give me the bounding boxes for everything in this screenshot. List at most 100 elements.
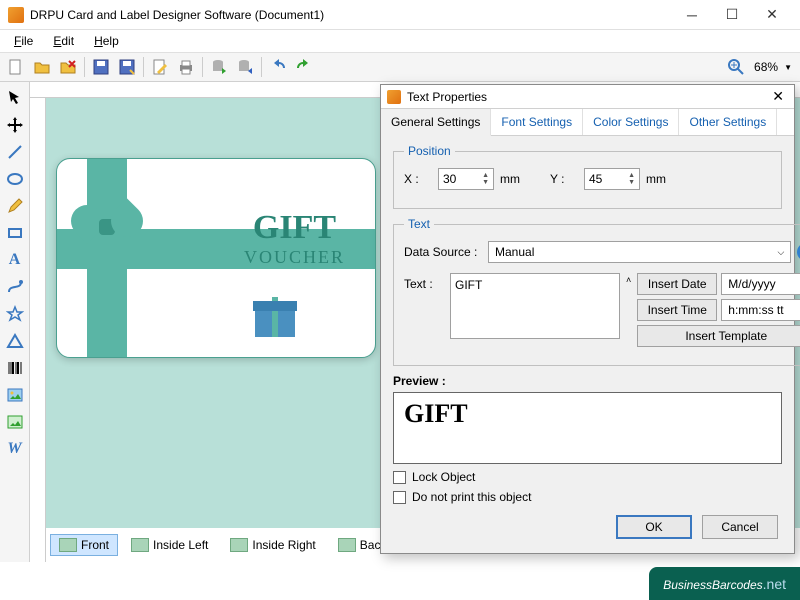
ribbon-bow — [71, 199, 143, 259]
save-as-button[interactable] — [115, 55, 139, 79]
tab-general-settings[interactable]: General Settings — [381, 109, 491, 136]
preview-text: GIFT — [404, 399, 771, 429]
page-icon — [230, 538, 248, 552]
gift-text: GIFT — [244, 209, 345, 247]
card-text-block[interactable]: GIFT VOUCHER — [244, 209, 345, 268]
insert-date-button[interactable]: Insert Date — [637, 273, 717, 295]
lock-object-label: Lock Object — [412, 470, 475, 484]
database-import-button[interactable] — [233, 55, 257, 79]
pencil-tool[interactable] — [3, 194, 27, 218]
lock-object-checkbox[interactable] — [393, 471, 406, 484]
cancel-button[interactable]: Cancel — [702, 515, 778, 539]
x-unit: mm — [500, 172, 520, 186]
page-tabs: Front Inside Left Inside Right Back — [46, 528, 399, 562]
date-format-select[interactable]: M/d/yyyy⌵ — [721, 273, 800, 295]
insert-time-button[interactable]: Insert Time — [637, 299, 717, 321]
dialog-title: Text Properties — [407, 90, 487, 104]
redo-button[interactable] — [292, 55, 316, 79]
y-label: Y : — [550, 172, 578, 186]
undo-button[interactable] — [266, 55, 290, 79]
vertical-ruler — [30, 98, 46, 562]
ellipse-tool[interactable] — [3, 167, 27, 191]
time-format-select[interactable]: h:mm:ss tt⌵ — [721, 299, 800, 321]
text-properties-dialog: Text Properties ✕ General Settings Font … — [380, 84, 795, 554]
position-legend: Position — [404, 144, 455, 158]
rectangle-tool[interactable] — [3, 221, 27, 245]
tab-color-settings[interactable]: Color Settings — [583, 109, 679, 135]
close-button[interactable]: ✕ — [752, 1, 792, 29]
dialog-titlebar[interactable]: Text Properties ✕ — [381, 85, 794, 109]
spinner-icon[interactable]: ▲▼ — [482, 172, 489, 186]
preview-label: Preview : — [393, 374, 782, 388]
menu-edit[interactable]: Edit — [45, 32, 82, 50]
database-export-button[interactable] — [207, 55, 231, 79]
data-source-label: Data Source : — [404, 245, 482, 259]
barcode-tool[interactable] — [3, 356, 27, 380]
page-tab-front[interactable]: Front — [50, 534, 118, 556]
minimize-button[interactable]: ─ — [672, 1, 712, 29]
text-tool[interactable]: A — [3, 248, 27, 272]
text-input[interactable]: GIFT — [450, 273, 620, 339]
page-icon — [59, 538, 77, 552]
spinner-icon[interactable]: ▲▼ — [628, 172, 635, 186]
voucher-text: VOUCHER — [244, 247, 345, 268]
gift-card[interactable]: GIFT VOUCHER — [56, 158, 376, 358]
side-toolbar: A W — [0, 82, 30, 562]
new-doc-button[interactable] — [4, 55, 28, 79]
page-tab-inside-right[interactable]: Inside Right — [221, 534, 324, 556]
menu-bar: File Edit Help — [0, 30, 800, 52]
line-tool[interactable] — [3, 140, 27, 164]
main-toolbar: 68% ▼ — [0, 52, 800, 82]
zoom-value[interactable]: 68% — [750, 60, 782, 74]
tab-other-settings[interactable]: Other Settings — [679, 109, 777, 135]
ok-button[interactable]: OK — [616, 515, 692, 539]
menu-file[interactable]: File — [6, 32, 41, 50]
maximize-button[interactable]: ☐ — [712, 1, 752, 29]
app-icon — [8, 7, 24, 23]
dialog-icon — [387, 90, 401, 104]
triangle-tool[interactable] — [3, 329, 27, 353]
pointer-tool[interactable] — [3, 86, 27, 110]
watermark: BusinessBarcodes.net — [649, 567, 800, 600]
data-source-select[interactable]: Manual⌵ — [488, 241, 791, 263]
image-tool[interactable] — [3, 383, 27, 407]
save-button[interactable] — [89, 55, 113, 79]
star-tool[interactable] — [3, 302, 27, 326]
chevron-down-icon: ⌵ — [777, 247, 784, 258]
text-label: Text : — [404, 273, 444, 291]
preview-box: GIFT — [393, 392, 782, 464]
giftbox-graphic[interactable] — [255, 297, 295, 337]
dialog-body: Position X : 30▲▼ mm Y : 45▲▼ mm Text Da… — [381, 136, 794, 512]
text-group: Text Data Source : Manual⌵ ? Text : GIFT… — [393, 217, 800, 366]
dialog-close-button[interactable]: ✕ — [768, 88, 788, 105]
do-not-print-checkbox[interactable] — [393, 491, 406, 504]
insert-template-button[interactable]: Insert Template — [637, 325, 800, 347]
scroll-up-icon[interactable]: ˄ — [626, 273, 631, 285]
zoom-control: 68% ▼ — [724, 55, 796, 79]
close-doc-button[interactable] — [56, 55, 80, 79]
y-input[interactable]: 45▲▼ — [584, 168, 640, 190]
wordart-tool[interactable]: W — [3, 437, 27, 461]
open-button[interactable] — [30, 55, 54, 79]
zoom-dropdown-icon[interactable]: ▼ — [784, 63, 792, 72]
zoom-in-button[interactable] — [724, 55, 748, 79]
edit-button[interactable] — [148, 55, 172, 79]
do-not-print-label: Do not print this object — [412, 490, 531, 504]
dialog-buttons: OK Cancel — [616, 515, 778, 539]
x-input[interactable]: 30▲▼ — [438, 168, 494, 190]
tab-font-settings[interactable]: Font Settings — [491, 109, 583, 135]
menu-help[interactable]: Help — [86, 32, 127, 50]
picture-tool[interactable] — [3, 410, 27, 434]
page-icon — [131, 538, 149, 552]
page-icon — [338, 538, 356, 552]
dialog-tabs: General Settings Font Settings Color Set… — [381, 109, 794, 136]
page-tab-inside-left[interactable]: Inside Left — [122, 534, 217, 556]
print-button[interactable] — [174, 55, 198, 79]
position-group: Position X : 30▲▼ mm Y : 45▲▼ mm — [393, 144, 782, 209]
window-titlebar: DRPU Card and Label Designer Software (D… — [0, 0, 800, 30]
curve-tool[interactable] — [3, 275, 27, 299]
move-tool[interactable] — [3, 113, 27, 137]
x-label: X : — [404, 172, 432, 186]
y-unit: mm — [646, 172, 666, 186]
text-legend: Text — [404, 217, 434, 231]
